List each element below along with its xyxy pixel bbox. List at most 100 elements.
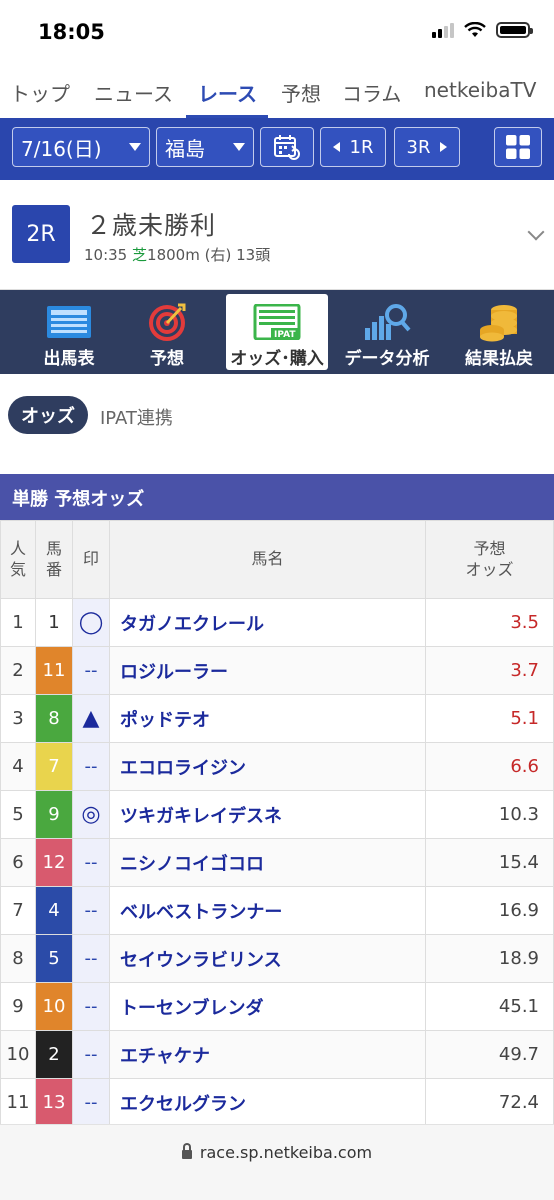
popularity-rank: 11 [0,1078,36,1127]
prev-race-button[interactable]: 1R [320,127,386,167]
horse-number: 10 [35,982,73,1031]
status-time: 18:05 [38,20,105,44]
horse-name-link[interactable]: エクセルグラン [109,1078,426,1127]
tab-news[interactable]: ニュース [94,78,173,107]
prediction-mark: -- [72,742,110,791]
race-surface: 芝 [132,246,148,264]
table-row: 11 13 -- エクセルグラン 72.4 [0,1078,554,1127]
menu-prediction-label: 予想 [150,349,184,369]
table-header-row: 人気 馬番 印 馬名 予想 オッズ [0,520,554,599]
tab-race[interactable]: レース [198,78,257,107]
header-popularity: 人気 [0,520,36,599]
header-mark: 印 [72,520,110,599]
horse-name-link[interactable]: ニシノコイゴコロ [109,838,426,887]
prediction-mark: ◎ [72,790,110,839]
chevron-down-icon [129,143,141,151]
popularity-rank: 2 [0,646,36,695]
horse-name-link[interactable]: ベルベストランナー [109,886,426,935]
chevron-down-icon[interactable] [527,223,545,241]
venue-select[interactable]: 福島 [156,127,254,167]
browser-url-bar[interactable]: race.sp.netkeiba.com [0,1124,554,1200]
menu-data-analysis[interactable]: データ分析 [334,290,440,374]
popularity-rank: 1 [0,598,36,647]
tab-column[interactable]: コラム [342,78,401,107]
predicted-odds: 15.4 [425,838,554,887]
predicted-odds: 72.4 [425,1078,554,1127]
menu-results-payout[interactable]: 結果払戻 [446,290,552,374]
popularity-rank: 10 [0,1030,36,1079]
table-row: 2 11 -- ロジルーラー 3.7 [0,646,554,695]
prediction-mark: -- [72,838,110,887]
race-header[interactable]: 2R ２歳未勝利 10:35 芝1800m (右) 13頭 [0,180,554,290]
subtab-odds[interactable]: オッズ [8,396,88,434]
predicted-odds: 3.7 [425,646,554,695]
table-row: 10 2 -- エチャケナ 49.7 [0,1030,554,1079]
menu-data-analysis-label: データ分析 [344,349,430,369]
horse-number: 5 [35,934,73,983]
menu-entries[interactable]: 出馬表 [16,290,122,374]
horse-name-link[interactable]: エコロライジン [109,742,426,791]
tab-prediction[interactable]: 予想 [281,78,321,107]
prediction-mark: ◯ [72,598,110,647]
horse-number: 2 [35,1030,73,1079]
prediction-mark: -- [72,1078,110,1127]
popularity-rank: 4 [0,742,36,791]
horse-number: 8 [35,694,73,743]
predicted-odds: 16.9 [425,886,554,935]
odds-table: 人気 馬番 印 馬名 予想 オッズ 1 1 ◯ タガノエクレール 3.5 2 11 -- ロジルー… [0,520,554,1127]
status-icons [432,22,533,38]
section-header-win-odds: 単勝 予想オッズ [0,474,554,520]
race-selector-bar: 7/16(日) 福島 1R 3R [0,118,554,180]
predicted-odds: 3.5 [425,598,554,647]
menu-entries-label: 出馬表 [43,349,95,369]
header-odds: 予想 オッズ [425,520,554,599]
tab-netkeiba-tv[interactable]: netkeibaTV [424,78,536,102]
calendar-button[interactable] [260,127,314,167]
status-bar: 18:05 [0,0,554,66]
race-title: ２歳未勝利 [86,211,217,240]
odds-table-body: 1 1 ◯ タガノエクレール 3.5 2 11 -- ロジルーラー 3.7 3 8 ▲ ポッドテオ 5.1 4… [0,598,554,1127]
menu-results-payout-label: 結果払戻 [465,349,533,369]
popularity-rank: 9 [0,982,36,1031]
url-text: race.sp.netkeiba.com [199,1143,373,1162]
coins-icon [477,302,521,342]
race-runners: 13頭 [236,246,271,264]
next-race-label: 3R [406,136,431,158]
date-select[interactable]: 7/16(日) [12,127,150,167]
table-row: 5 9 ◎ ツキガキレイデスネ 10.3 [0,790,554,839]
race-list-grid-button[interactable] [494,127,542,167]
prediction-mark: -- [72,886,110,935]
horse-name-link[interactable]: タガノエクレール [109,598,426,647]
horse-number: 11 [35,646,73,695]
horse-name-link[interactable]: トーセンブレンダ [109,982,426,1031]
table-row: 3 8 ▲ ポッドテオ 5.1 [0,694,554,743]
table-row: 4 7 -- エコロライジン 6.6 [0,742,554,791]
url-inner: race.sp.netkeiba.com [0,1143,554,1162]
horse-name-link[interactable]: エチャケナ [109,1030,426,1079]
date-select-value: 7/16(日) [21,136,102,161]
horse-name-link[interactable]: ポッドテオ [109,694,426,743]
race-menu-bar: 出馬表 予想 IPAT オッズ･購入 データ分析 結果払戻 [0,290,554,374]
race-time: 10:35 [84,246,128,264]
table-row: 1 1 ◯ タガノエクレール 3.5 [0,598,554,647]
header-horse-name: 馬名 [109,520,426,599]
menu-odds-purchase[interactable]: IPAT オッズ･購入 [226,294,328,370]
popularity-rank: 8 [0,934,36,983]
tab-top[interactable]: トップ [10,78,70,107]
prediction-mark: -- [72,1030,110,1079]
lock-icon [181,1143,192,1159]
horse-name-link[interactable]: ツキガキレイデスネ [109,790,426,839]
next-race-button[interactable]: 3R [394,127,460,167]
prediction-mark: -- [72,982,110,1031]
sub-tabs: オッズ IPAT連携 [0,374,554,474]
chart-magnify-icon [363,302,411,342]
race-number-badge: 2R [12,205,70,263]
horse-name-link[interactable]: ロジルーラー [109,646,426,695]
subtab-ipat[interactable]: IPAT連携 [100,404,173,430]
prediction-mark: ▲ [72,694,110,743]
menu-prediction[interactable]: 予想 [114,290,220,374]
horse-name-link[interactable]: セイウンラビリンス [109,934,426,983]
horse-number: 9 [35,790,73,839]
caret-left-icon [332,142,340,152]
calendar-icon [274,135,300,160]
